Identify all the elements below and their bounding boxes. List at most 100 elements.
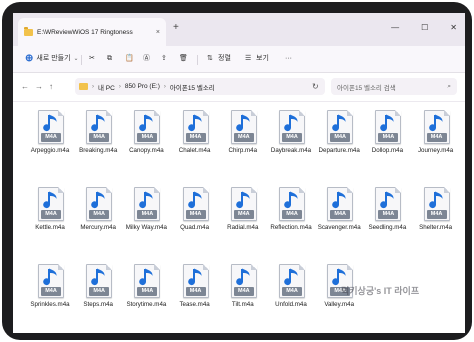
tab-current-folder[interactable]: E:\WReviewWiOS 17 Ringtoness × [18, 18, 166, 46]
file-item[interactable]: M4A Milky Way.m4a [121, 179, 171, 247]
sort-button[interactable]: 정렬 [218, 54, 231, 64]
maximize-button[interactable]: ☐ [421, 23, 428, 33]
folder-icon [24, 26, 33, 36]
file-type-badge: M4A [330, 210, 351, 219]
file-name: Shelter.m4a [419, 224, 453, 231]
file-item[interactable]: M4A Unfold.m4a [266, 256, 316, 324]
divider [81, 55, 82, 65]
new-tab-button[interactable]: + [173, 23, 179, 33]
music-note-icon [187, 191, 202, 209]
file-item[interactable]: M4A Mercury.m4a [73, 179, 123, 247]
audio-file-icon: M4A [182, 110, 209, 144]
file-item[interactable]: M4A Canopy.m4a [121, 102, 171, 170]
file-item[interactable]: M4A Dollop.m4a [362, 102, 412, 170]
file-item[interactable]: M4A Steps.m4a [73, 256, 123, 324]
music-note-icon [43, 191, 57, 209]
up-icon[interactable]: ↑ [49, 82, 53, 92]
music-note-icon [332, 114, 346, 132]
music-note-icon [139, 191, 153, 209]
paste-icon[interactable]: 📋 [125, 54, 134, 64]
file-type-badge: M4A [426, 133, 447, 142]
cut-icon[interactable]: ✂ [89, 54, 95, 64]
file-item[interactable]: M4A Arpeggio.m4a [25, 102, 75, 170]
audio-file-icon: M4A [86, 110, 113, 144]
music-note-icon [236, 268, 250, 286]
file-item[interactable]: M4A Chirp.m4a [218, 102, 268, 170]
music-note-icon [236, 114, 250, 132]
tablet-frame: E:\WReviewWiOS 17 Ringtoness × + — ☐ ✕ ⊕… [2, 2, 472, 340]
delete-icon[interactable]: 🗑 [179, 54, 188, 64]
file-item[interactable]: M4A Chalet.m4a [170, 102, 220, 170]
audio-file-icon: M4A [230, 110, 257, 144]
file-type-badge: M4A [89, 210, 110, 219]
tab-close-icon[interactable]: × [156, 29, 160, 36]
view-icon[interactable]: ☰ [245, 54, 251, 64]
close-window-button[interactable]: ✕ [450, 23, 457, 33]
file-item[interactable]: M4A Radial.m4a [218, 179, 268, 247]
audio-file-icon: M4A [279, 264, 305, 298]
share-icon[interactable]: ⇪ [161, 54, 167, 64]
file-item[interactable]: M4A Kettle.m4a [25, 179, 75, 247]
forward-icon[interactable]: → [35, 82, 43, 92]
breadcrumb-drive[interactable]: 850 Pro (E:) [125, 83, 160, 90]
file-grid: M4A Arpeggio.m4a M4A Breaking.m4a M4A Canopy.… [13, 102, 465, 333]
music-note-icon [139, 268, 153, 286]
search-placeholder: 아이폰15 벨소리 검색 [337, 84, 396, 92]
file-type-badge: M4A [378, 133, 399, 142]
audio-file-icon: M4A [375, 110, 402, 144]
breadcrumb-this-pc[interactable]: 내 PC [98, 82, 115, 92]
music-note-icon [236, 191, 250, 209]
music-note-icon [187, 114, 202, 132]
file-item[interactable]: M4A Reflection.m4a [266, 179, 316, 247]
file-type-badge: M4A [89, 133, 110, 142]
plus-icon: ⊕ [25, 53, 34, 64]
view-button[interactable]: 보기 [256, 54, 269, 64]
more-options-button[interactable]: ··· [285, 54, 292, 64]
file-item[interactable]: M4A Shelter.m4a [411, 179, 461, 247]
audio-file-icon: M4A [38, 187, 64, 221]
command-bar: ⊕ 새로 만들기 ⌄ ✂ ⧉ 📋 Ⓐ ⇪ 🗑 ⇅ 정렬 ☰ 보기 ··· [13, 46, 465, 73]
folder-icon [79, 83, 88, 90]
window-controls: — ☐ ✕ [391, 23, 457, 33]
file-item[interactable]: M4A Daybreak.m4a [266, 102, 316, 170]
file-type-badge: M4A [41, 210, 61, 219]
audio-file-icon: M4A [230, 187, 257, 221]
file-item[interactable]: M4A Tilt.m4a [218, 256, 268, 324]
address-row: ← → ↑ › 내 PC › 850 Pro (E:) › 아이폰15 벨소리 … [13, 73, 465, 102]
file-item[interactable]: M4A Scavenger.m4a [314, 179, 364, 247]
chevron-down-icon: ⌄ [73, 56, 79, 62]
file-item[interactable]: M4A Quad.m4a [170, 179, 220, 247]
file-item[interactable]: M4A Seedling.m4a [362, 179, 412, 247]
audio-file-icon: M4A [134, 110, 161, 144]
file-item[interactable]: M4A Breaking.m4a [73, 102, 123, 170]
file-name: Journey.m4a [417, 147, 454, 154]
audio-file-icon: M4A [423, 110, 450, 144]
music-note-icon [284, 191, 298, 209]
music-note-icon [380, 114, 394, 132]
file-type-badge: M4A [137, 287, 158, 296]
file-item[interactable]: M4A Departure.m4a [314, 102, 364, 170]
file-item[interactable]: M4A Storytime.m4a [121, 256, 171, 324]
address-bar[interactable]: › 내 PC › 850 Pro (E:) › 아이폰15 벨소리 [75, 78, 325, 95]
copy-icon[interactable]: ⧉ [107, 54, 112, 64]
search-input[interactable]: 아이폰15 벨소리 검색 ⌕ [331, 78, 457, 95]
audio-file-icon: M4A [38, 264, 64, 298]
music-note-icon [380, 191, 394, 209]
music-note-icon [91, 191, 105, 209]
file-type-badge: M4A [233, 133, 254, 142]
file-type-badge: M4A [282, 287, 302, 296]
refresh-icon[interactable]: ↻ [312, 82, 319, 91]
file-item[interactable]: M4A Journey.m4a [411, 102, 461, 170]
divider [197, 55, 198, 65]
rename-icon[interactable]: Ⓐ [143, 54, 150, 64]
audio-file-icon: M4A [86, 264, 113, 298]
file-item[interactable]: M4A Tease.m4a [170, 256, 220, 324]
back-icon[interactable]: ← [21, 82, 29, 92]
breadcrumb-folder[interactable]: 아이폰15 벨소리 [170, 82, 215, 92]
new-button[interactable]: ⊕ 새로 만들기 ⌄ [25, 54, 79, 64]
audio-file-icon: M4A [230, 264, 257, 298]
file-item[interactable]: M4A Sprinkles.m4a [25, 256, 75, 324]
minimize-button[interactable]: — [391, 23, 399, 33]
sort-icon[interactable]: ⇅ [207, 54, 213, 64]
file-type-badge: M4A [137, 133, 158, 142]
